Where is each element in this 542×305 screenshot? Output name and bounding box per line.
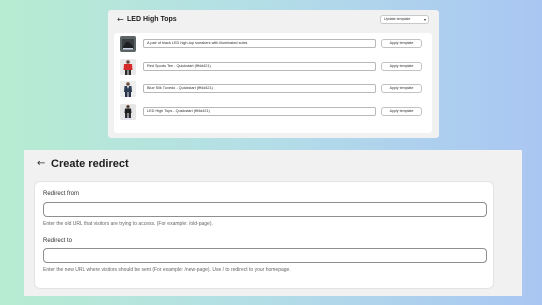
redirect-to-input[interactable] [43,248,487,263]
apply-template-button[interactable]: Apply template [381,84,422,93]
page-title: Create redirect [51,158,129,170]
update-template-button[interactable]: Update template ▾ [380,15,429,24]
template-header: ← LED High Tops Update template ▾ [108,10,439,30]
apply-template-button[interactable]: Apply template [381,62,422,71]
tuxedo-thumbnail [120,81,136,97]
redirect-to-label: Redirect to [43,238,73,244]
product-list: A pair of black LED high-top sneakers wi… [114,33,432,133]
chevron-down-icon: ▾ [423,17,426,22]
template-editor-card: ← LED High Tops Update template ▾ A pair… [108,10,439,138]
redirect-to-help: Enter the new URL where visitors should … [43,267,291,273]
product-title-input[interactable]: LED High Tops - Quickstart (fff4d421) [143,107,376,116]
redirect-from-label: Redirect from [43,191,80,197]
list-item: Blue Silk Tuxedo - Quickstart (fff4d421)… [114,79,432,99]
product-title-input[interactable]: Red Sports Tee - Quickstart (fff4d421) [143,62,376,71]
back-arrow-icon[interactable]: ← [37,158,45,170]
create-redirect-card: ← Create redirect Redirect from Enter th… [24,150,522,296]
apply-template-button[interactable]: Apply template [381,107,422,116]
sneakers-thumbnail [120,36,136,52]
update-template-label: Update template [384,17,411,21]
list-item: Red Sports Tee - Quickstart (fff4d421) A… [114,57,432,77]
product-title-input[interactable]: Blue Silk Tuxedo - Quickstart (fff4d421) [143,84,376,93]
redirect-form: Redirect from Enter the old URL that vis… [34,181,494,289]
list-item: A pair of black LED high-top sneakers wi… [114,34,432,54]
back-arrow-icon[interactable]: ← [117,15,124,25]
apply-template-button[interactable]: Apply template [381,39,422,48]
red-tee-thumbnail [120,59,136,75]
list-item: LED High Tops - Quickstart (fff4d421) Ap… [114,102,432,122]
redirect-from-help: Enter the old URL that visitors are tryi… [43,221,213,227]
page-title: LED High Tops [127,16,177,23]
product-title-input[interactable]: A pair of black LED high-top sneakers wi… [143,39,376,48]
redirect-from-input[interactable] [43,202,487,217]
high-tops-thumbnail [120,104,136,120]
